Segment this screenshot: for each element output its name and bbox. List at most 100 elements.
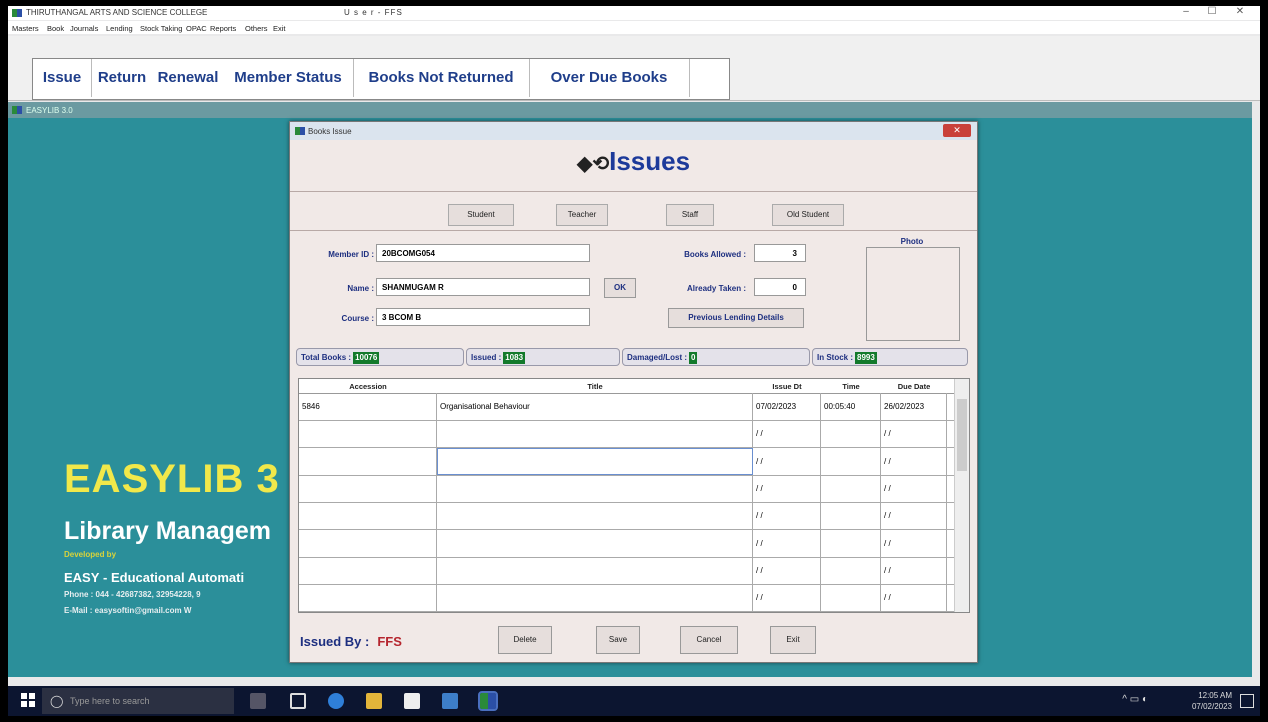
cell-accession[interactable] [299,556,437,584]
cell-title[interactable] [437,502,753,530]
cell-due-date[interactable]: / / [881,556,947,584]
exit-button[interactable]: Exit [770,626,816,654]
store-icon[interactable] [404,693,420,709]
cell-accession[interactable]: 5846 [299,393,437,420]
cell-issue-date[interactable]: 07/02/2023 [753,393,821,420]
edge-browser-icon[interactable] [328,693,344,709]
column-time[interactable]: Time [821,382,881,391]
cell-issue-date[interactable]: / / [753,556,821,584]
cell-issue-date[interactable]: / / [753,447,821,475]
menu-reports[interactable]: Reports [210,24,236,33]
cell-due-date[interactable]: / / [881,529,947,557]
column-title[interactable]: Title [437,382,753,391]
member-status-button[interactable]: Member Status [223,59,354,97]
cell-time[interactable]: 00:05:40 [821,393,881,420]
return-button[interactable]: Return [91,59,153,97]
cell-issue-date[interactable]: / / [753,584,821,612]
student-button[interactable]: Student [448,204,514,226]
cell-issue-date[interactable]: / / [753,502,821,530]
cell-title[interactable] [437,529,753,557]
teacher-button[interactable]: Teacher [556,204,608,226]
cell-due-date[interactable]: / / [881,502,947,530]
windows-start-icon[interactable] [21,693,35,707]
cell-time[interactable] [821,420,881,448]
staff-button[interactable]: Staff [666,204,714,226]
menu-stock-taking[interactable]: Stock Taking [140,24,182,33]
old-student-button[interactable]: Old Student [772,204,844,226]
delete-button[interactable]: Delete [498,626,552,654]
table-row[interactable]: / / / / [299,502,969,531]
column-due-date[interactable]: Due Date [881,382,947,391]
taskbar-search[interactable]: ◯ Type here to search [42,688,234,714]
column-issue-date[interactable]: Issue Dt [753,382,821,391]
menu-masters[interactable]: Masters [12,24,39,33]
cell-accession[interactable] [299,529,437,557]
task-view-icon[interactable] [290,693,306,709]
member-id-field[interactable]: 20BCOMG054 [376,244,590,262]
table-row[interactable]: / / / / [299,556,969,585]
course-field[interactable]: 3 BCOM B [376,308,590,326]
over-due-books-button[interactable]: Over Due Books [529,59,690,97]
cell-accession[interactable] [299,420,437,448]
issue-button[interactable]: Issue [33,59,92,97]
cell-due-date[interactable]: / / [881,474,947,502]
cell-title[interactable] [437,556,753,584]
minimize-icon[interactable]: – [1176,6,1196,17]
cell-due-date[interactable]: 26/02/2023 [881,393,947,420]
ok-button[interactable]: OK [604,278,636,298]
menu-others[interactable]: Others [245,24,268,33]
cell-time[interactable] [821,584,881,612]
cell-due-date[interactable]: / / [881,447,947,475]
cell-title[interactable] [437,474,753,502]
menu-opac[interactable]: OPAC [186,24,207,33]
table-row[interactable]: / / / / [299,529,969,558]
cell-title[interactable] [437,584,753,612]
cell-accession[interactable] [299,584,437,612]
renewal-button[interactable]: Renewal [153,59,223,97]
table-row[interactable]: / / / / [299,420,969,449]
cell-issue-date[interactable]: / / [753,420,821,448]
close-icon[interactable]: ✕ [1230,6,1250,17]
cell-accession[interactable] [299,447,437,475]
mic-icon[interactable] [250,693,266,709]
system-clock[interactable]: 12:05 AM 07/02/2023 [1192,690,1232,712]
tray-icons[interactable]: ^ ▭ ◐ [1122,694,1148,705]
books-allowed-field[interactable]: 3 [754,244,806,262]
issue-grid[interactable]: Accession Title Issue Dt Time Due Date 5… [298,378,970,613]
grid-scrollbar[interactable] [954,379,969,612]
previous-lending-details-button[interactable]: Previous Lending Details [668,308,804,328]
already-taken-field[interactable]: 0 [754,278,806,296]
cell-time[interactable] [821,447,881,475]
save-button[interactable]: Save [596,626,640,654]
scrollbar-thumb[interactable] [957,399,967,471]
file-explorer-icon[interactable] [366,693,382,709]
cancel-button[interactable]: Cancel [680,626,738,654]
maximize-icon[interactable]: ☐ [1202,6,1222,17]
cell-time[interactable] [821,529,881,557]
table-row[interactable]: 5846 Organisational Behaviour 07/02/2023 00… [299,393,969,421]
menu-journals[interactable]: Journals [70,24,98,33]
menu-lending[interactable]: Lending [106,24,133,33]
cell-due-date[interactable]: / / [881,584,947,612]
easylib-taskbar-icon[interactable] [478,691,498,711]
cell-accession[interactable] [299,502,437,530]
column-accession[interactable]: Accession [299,382,437,391]
cell-due-date[interactable]: / / [881,420,947,448]
cell-accession[interactable] [299,474,437,502]
menu-exit[interactable]: Exit [273,24,286,33]
cell-issue-date[interactable]: / / [753,529,821,557]
menu-book[interactable]: Book [47,24,64,33]
table-row[interactable]: / / / / [299,447,969,476]
cell-title[interactable] [437,447,753,475]
name-field[interactable]: SHANMUGAM R [376,278,590,296]
notification-icon[interactable] [1240,694,1254,708]
cell-title[interactable]: Organisational Behaviour [437,393,753,420]
cell-issue-date[interactable]: / / [753,474,821,502]
table-row[interactable]: / / / / [299,584,969,612]
table-row[interactable]: / / / / [299,474,969,503]
dialog-close-button[interactable]: ✕ [943,124,971,137]
cell-time[interactable] [821,474,881,502]
cell-title[interactable] [437,420,753,448]
cell-time[interactable] [821,502,881,530]
cell-time[interactable] [821,556,881,584]
